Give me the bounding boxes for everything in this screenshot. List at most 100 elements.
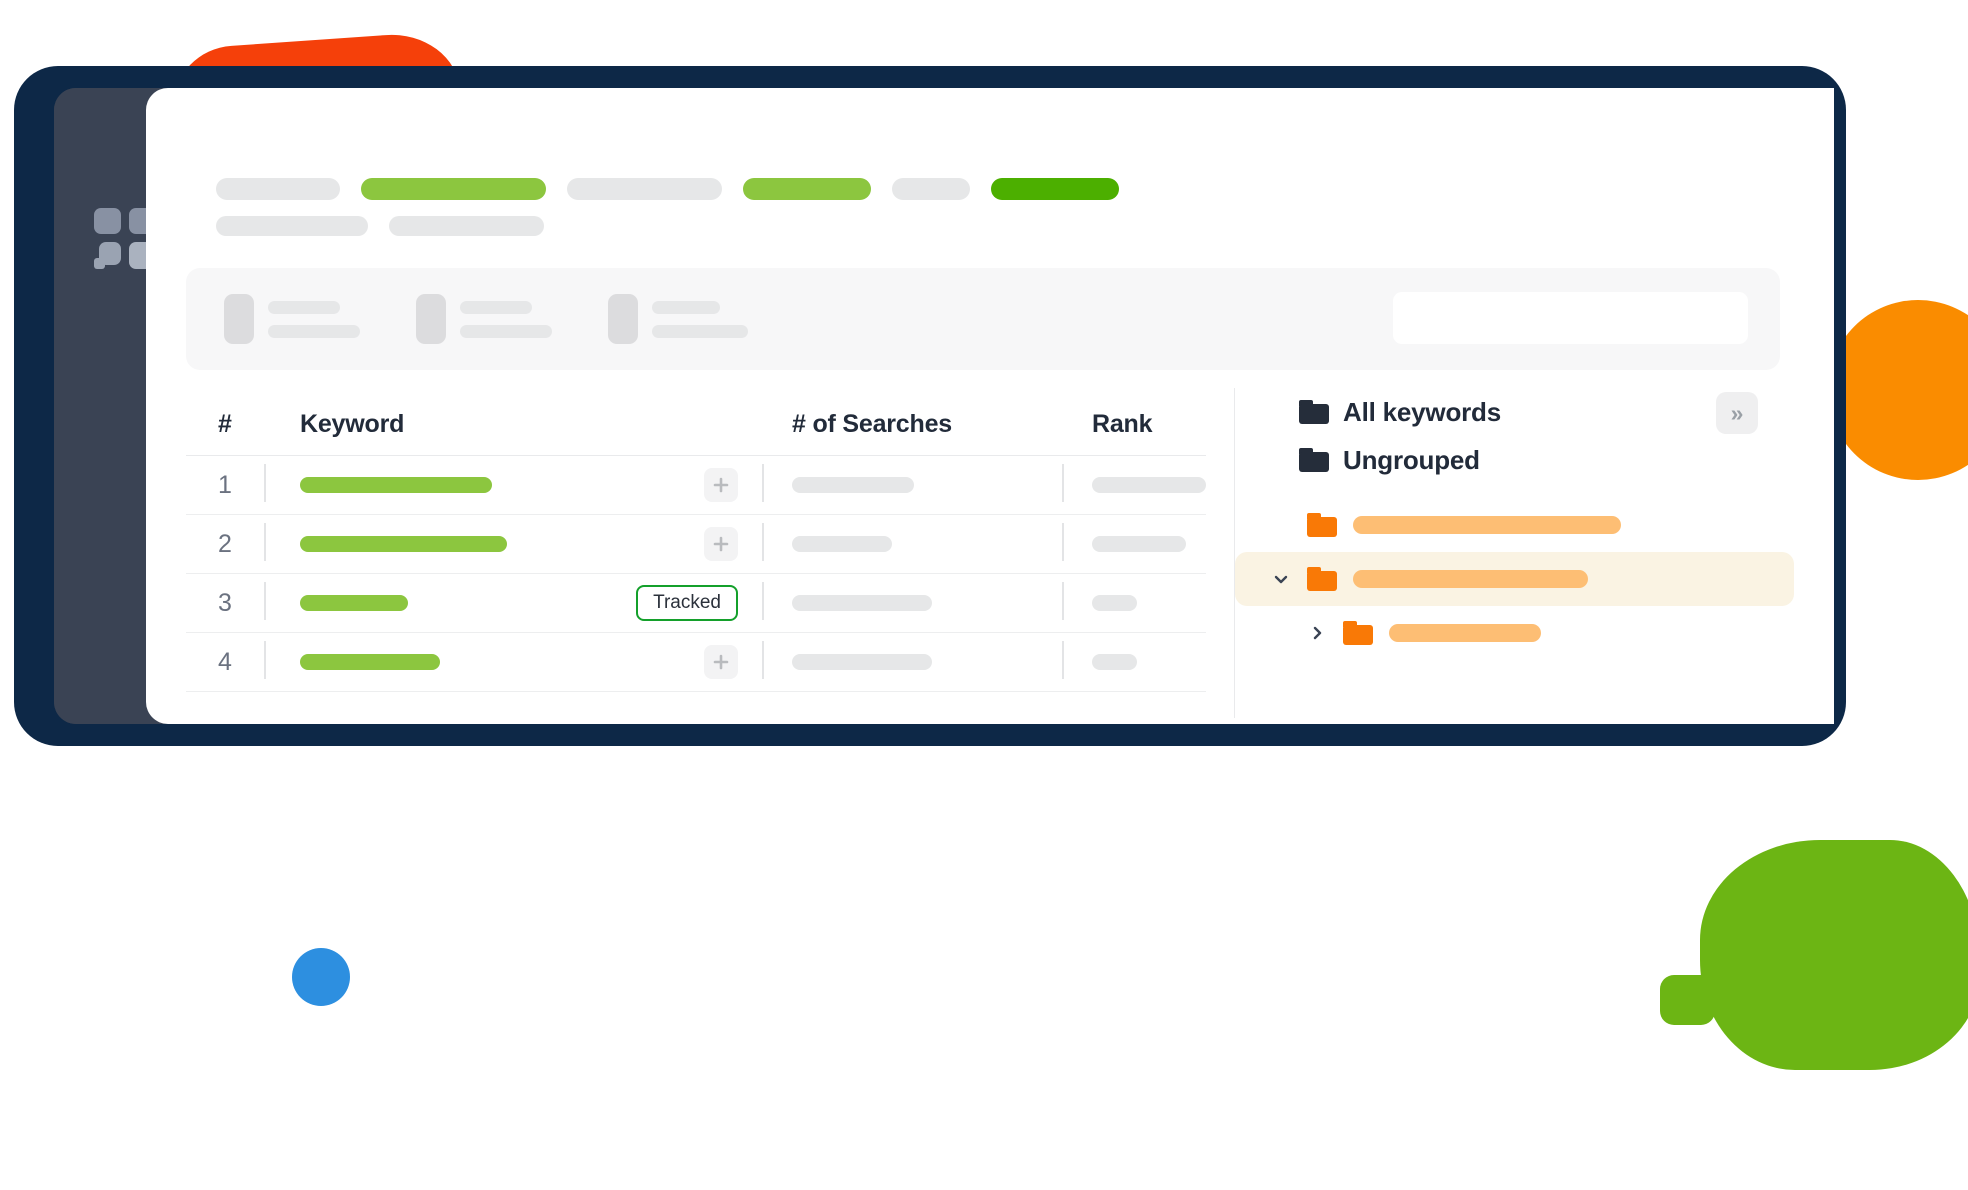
filter-group-list xyxy=(224,294,748,344)
sidebar-item-ungrouped[interactable]: Ungrouped xyxy=(1235,436,1794,484)
rank-placeholder-bar xyxy=(1092,536,1186,552)
keyword-placeholder-bar xyxy=(300,595,408,611)
nav-placeholder-pill[interactable] xyxy=(361,178,546,200)
placeholder-bar xyxy=(652,324,748,338)
top-nav-row-primary xyxy=(216,178,1119,200)
column-divider xyxy=(1062,582,1064,620)
top-nav-row-secondary xyxy=(216,216,1119,236)
nav-placeholder-pill[interactable] xyxy=(743,178,871,200)
cell-keyword xyxy=(264,515,762,573)
row-number: 1 xyxy=(218,470,232,499)
green-blob-decoration xyxy=(1700,840,1968,1070)
nav-placeholder-pill[interactable] xyxy=(216,178,340,200)
column-divider xyxy=(1062,641,1064,679)
filter-chip-icon xyxy=(608,294,638,344)
folder-orange-icon xyxy=(1307,513,1337,537)
rank-placeholder-bar xyxy=(1092,477,1206,493)
table-row[interactable]: 1 xyxy=(186,456,1206,515)
group-name-placeholder-bar xyxy=(1353,516,1621,534)
keyword-placeholder-bar xyxy=(300,477,492,493)
sidebar-item-all-keywords[interactable]: All keywords » xyxy=(1235,388,1794,436)
placeholder-bar xyxy=(268,300,340,314)
table-row[interactable]: 3 Tracked xyxy=(186,574,1206,633)
chevron-down-icon[interactable] xyxy=(1271,569,1291,589)
nav-placeholder-pill[interactable] xyxy=(216,216,368,236)
grid-square-top-left xyxy=(94,208,121,234)
all-keywords-label: All keywords xyxy=(1343,396,1501,427)
placeholder-bar xyxy=(460,324,552,338)
keyword-table: # Keyword # of Searches Rank 1 2 3 Tracked 4 xyxy=(186,388,1206,692)
cell-keyword xyxy=(264,633,762,691)
column-header-rank[interactable]: Rank xyxy=(1062,410,1206,455)
nav-placeholder-pill[interactable] xyxy=(567,178,722,200)
column-divider xyxy=(264,582,266,620)
searches-placeholder-bar xyxy=(792,595,932,611)
column-divider xyxy=(1062,464,1064,502)
keyword-group-row[interactable] xyxy=(1235,606,1794,660)
nav-placeholder-pill[interactable] xyxy=(892,178,970,200)
keyword-group-row[interactable] xyxy=(1235,498,1794,552)
column-header-keyword[interactable]: Keyword xyxy=(264,410,762,455)
filter-label-placeholder xyxy=(460,300,552,338)
cell-rank xyxy=(1062,633,1206,691)
folder-orange-icon xyxy=(1307,567,1337,591)
nav-placeholder-pill[interactable] xyxy=(991,178,1119,200)
table-header-row: # Keyword # of Searches Rank xyxy=(186,388,1206,456)
column-divider xyxy=(264,464,266,502)
app-sidebar xyxy=(54,88,156,724)
blue-circle-decoration xyxy=(292,948,350,1006)
placeholder-bar xyxy=(268,324,360,338)
collapse-panel-button[interactable]: » xyxy=(1716,392,1758,434)
column-divider xyxy=(762,582,764,620)
nav-placeholder-pill[interactable] xyxy=(389,216,544,236)
column-header-index[interactable]: # xyxy=(186,410,264,455)
cell-searches xyxy=(762,633,1062,691)
cell-index: 1 xyxy=(186,456,264,514)
keyword-placeholder-bar xyxy=(300,654,440,670)
folder-dark-icon xyxy=(1299,448,1329,472)
device-screen: # Keyword # of Searches Rank 1 2 3 Tracked 4… xyxy=(54,88,1834,724)
column-header-searches[interactable]: # of Searches xyxy=(762,410,1062,455)
app-content-card: # Keyword # of Searches Rank 1 2 3 Tracked 4… xyxy=(146,88,1834,724)
column-divider xyxy=(762,641,764,679)
rank-placeholder-bar xyxy=(1092,595,1137,611)
cell-index: 3 xyxy=(186,574,264,632)
cell-rank xyxy=(1062,456,1206,514)
cell-keyword: Tracked xyxy=(264,574,762,632)
filter-group[interactable] xyxy=(416,294,552,344)
cell-keyword xyxy=(264,456,762,514)
group-name-placeholder-bar xyxy=(1353,570,1588,588)
keyword-group-list xyxy=(1235,498,1794,660)
table-body: 1 2 3 Tracked 4 xyxy=(186,456,1206,692)
keyword-placeholder-bar xyxy=(300,536,507,552)
table-row[interactable]: 2 xyxy=(186,515,1206,574)
tracked-badge[interactable]: Tracked xyxy=(636,585,738,621)
filter-group[interactable] xyxy=(224,294,360,344)
group-name-placeholder-bar xyxy=(1389,624,1541,642)
keyword-group-row[interactable] xyxy=(1235,552,1794,606)
device-frame: # Keyword # of Searches Rank 1 2 3 Tracked 4… xyxy=(14,66,1846,746)
filter-chip-icon xyxy=(224,294,254,344)
add-keyword-button[interactable] xyxy=(704,527,738,561)
orange-circle-decoration xyxy=(1828,300,1968,480)
folder-orange-icon xyxy=(1343,621,1373,645)
folder-dark-icon xyxy=(1299,400,1329,424)
filter-group[interactable] xyxy=(608,294,748,344)
keyword-groups-panel: All keywords » Ungrouped xyxy=(1234,388,1794,718)
top-navigation xyxy=(216,178,1119,236)
searches-placeholder-bar xyxy=(792,477,914,493)
column-divider xyxy=(1062,523,1064,561)
search-input[interactable] xyxy=(1393,292,1748,344)
cell-rank xyxy=(1062,574,1206,632)
chevron-right-icon[interactable] xyxy=(1307,623,1327,643)
filter-chip-icon xyxy=(416,294,446,344)
cell-searches xyxy=(762,574,1062,632)
add-keyword-button[interactable] xyxy=(704,468,738,502)
cell-searches xyxy=(762,515,1062,573)
searches-placeholder-bar xyxy=(792,654,932,670)
filter-bar xyxy=(186,268,1780,370)
green-square-decoration xyxy=(1660,975,1715,1025)
cell-searches xyxy=(762,456,1062,514)
add-keyword-button[interactable] xyxy=(704,645,738,679)
table-row[interactable]: 4 xyxy=(186,633,1206,692)
